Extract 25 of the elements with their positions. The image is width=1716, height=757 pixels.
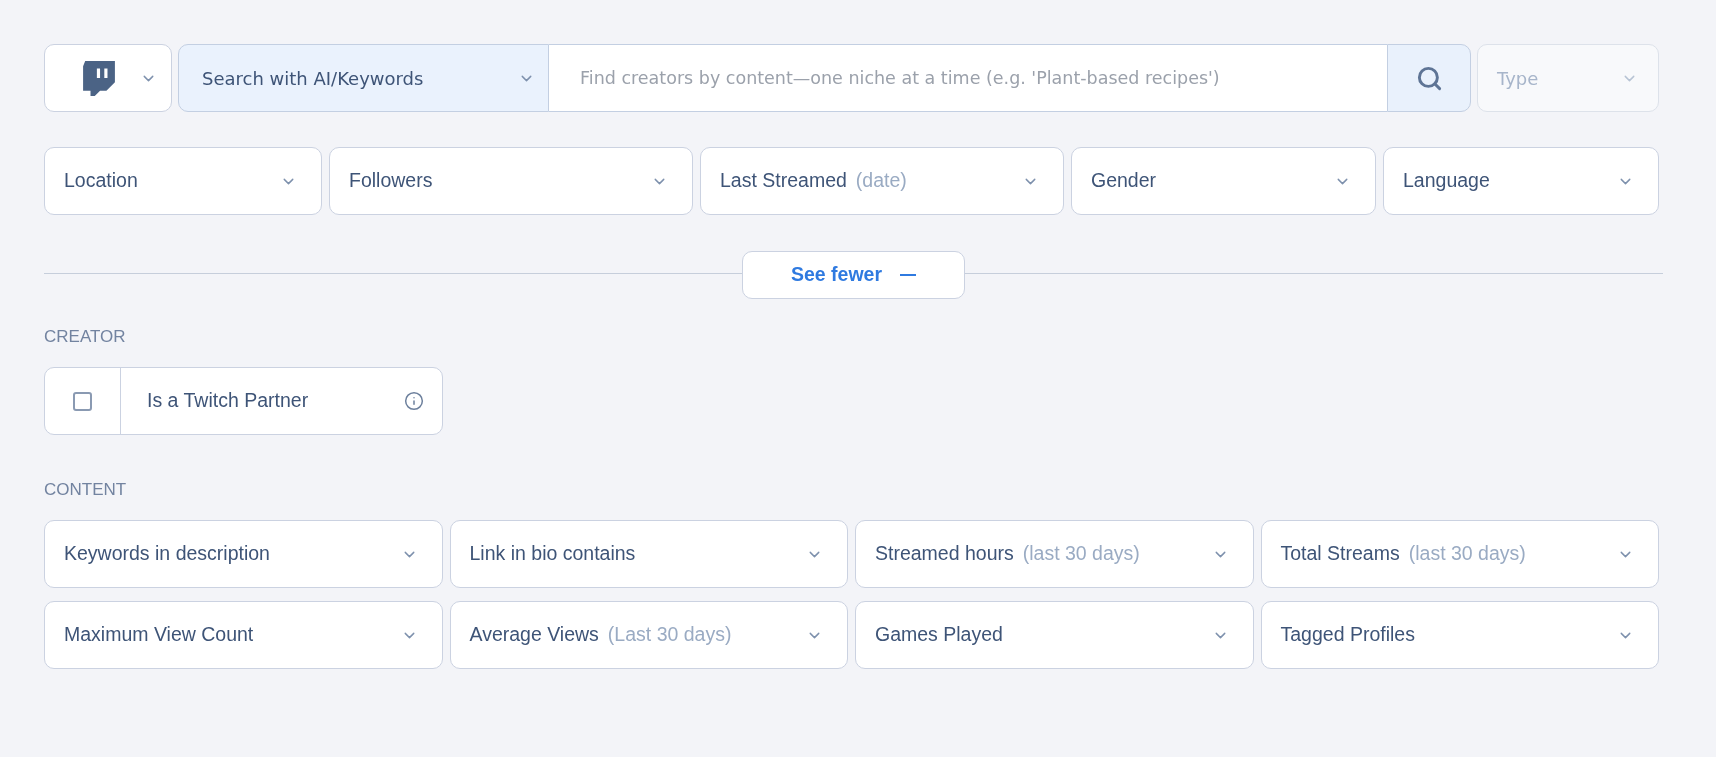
filter-dropdown[interactable]: Streamed hours (last 30 days) xyxy=(855,520,1254,588)
section-heading: CONTENT xyxy=(44,480,127,500)
filter-dropdown[interactable]: Maximum View Count xyxy=(44,601,443,669)
filter-dropdown[interactable]: Tagged Profiles xyxy=(1260,601,1659,669)
section-heading: CREATOR xyxy=(44,327,126,347)
info-icon[interactable] xyxy=(403,391,424,411)
filter-dropdown[interactable]: Followers xyxy=(329,147,693,215)
search-button[interactable] xyxy=(1387,44,1471,112)
filter-dropdown[interactable]: Location xyxy=(44,147,322,215)
checkbox[interactable] xyxy=(73,391,92,411)
filter-dropdown[interactable]: Keywords in description xyxy=(44,520,443,588)
search-mode-dropdown[interactable]: Search with AI/Keywords xyxy=(178,44,549,112)
filter-dropdown[interactable]: Games Played xyxy=(855,601,1254,669)
filter-dropdown[interactable]: Total Streams (last 30 days) xyxy=(1260,520,1659,588)
filter-dropdown[interactable]: Language xyxy=(1383,147,1659,215)
checkbox-label: Is a Twitch Partner xyxy=(147,388,309,414)
filter-dropdown[interactable]: Average Views (Last 30 days) xyxy=(449,601,848,669)
search-icon xyxy=(1415,64,1443,92)
search-input[interactable]: Find creators by content—one niche at a time (e.g. 'Plant-based recipes') xyxy=(549,44,1387,112)
filter-dropdown[interactable]: Gender xyxy=(1071,147,1376,215)
platform-dropdown[interactable] xyxy=(44,44,172,112)
twitch-logo-icon xyxy=(83,60,115,96)
filter-dropdown[interactable]: Link in bio contains xyxy=(449,520,848,588)
see-fewer-button[interactable]: See fewer xyxy=(742,251,965,299)
filter-dropdown[interactable]: Last Streamed (date) xyxy=(700,147,1064,215)
